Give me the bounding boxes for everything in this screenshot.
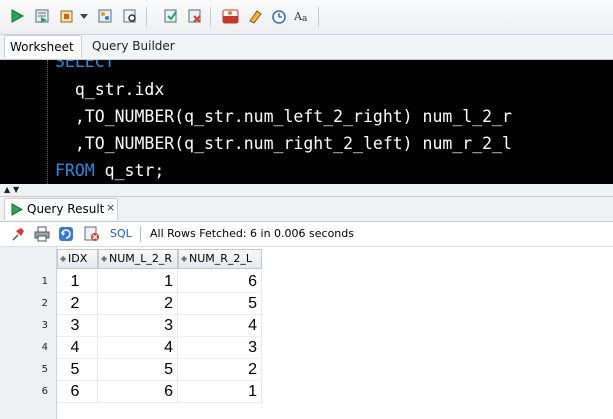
tab-query-result[interactable]: Query Result × bbox=[4, 198, 118, 220]
print-icon[interactable] bbox=[34, 226, 50, 242]
code-text: q_str; bbox=[94, 161, 165, 180]
toolbar-separator bbox=[140, 226, 141, 242]
table-cell[interactable]: 3 bbox=[57, 315, 98, 337]
row-number: 2 bbox=[41, 298, 48, 309]
sql-link[interactable]: SQL bbox=[110, 227, 132, 240]
table-cell[interactable]: 1 bbox=[57, 271, 98, 293]
code-line: q_str.idx bbox=[55, 80, 164, 100]
table-cell[interactable]: 6 bbox=[178, 271, 262, 293]
sql-editor[interactable]: SELECT q_str.idx ,TO_NUMBER(q_str.num_le… bbox=[0, 60, 613, 184]
toolbar-separator bbox=[318, 7, 319, 27]
column-header-label: IDX bbox=[68, 252, 88, 265]
column-header-idx[interactable]: ◆ IDX bbox=[57, 249, 98, 269]
sort-icon[interactable]: ◆ bbox=[101, 250, 109, 268]
result-grid[interactable]: ◆ IDX ◆ NUM_L_2_R ◆ NUM_R_2_L 1 1 1 6 2 2 2… bbox=[0, 247, 613, 419]
dropdown-icon[interactable] bbox=[79, 7, 89, 25]
run-statement-icon[interactable] bbox=[8, 7, 26, 25]
refresh-icon[interactable] bbox=[58, 226, 74, 242]
clear-icon[interactable] bbox=[246, 7, 264, 25]
row-number: 1 bbox=[41, 276, 48, 287]
table-cell[interactable]: 4 bbox=[98, 337, 178, 359]
code-keyword: FROM bbox=[55, 161, 95, 180]
code-text: q_str.idx bbox=[55, 80, 165, 99]
table-cell[interactable]: 1 bbox=[178, 381, 262, 403]
worksheet-tab-bar: Worksheet Query Builder bbox=[0, 35, 613, 60]
tab-worksheet[interactable]: Worksheet bbox=[4, 35, 82, 58]
explain-plan-icon[interactable] bbox=[96, 7, 114, 25]
autotrace-icon[interactable] bbox=[58, 7, 76, 25]
column-header-num-r-2-l[interactable]: ◆ NUM_R_2_L bbox=[178, 249, 262, 269]
history-clock-icon[interactable] bbox=[270, 7, 288, 25]
code-text: ,TO_NUMBER(q_str.num_right_2_left) num_r… bbox=[55, 134, 512, 153]
fetch-status-text: All Rows Fetched: 6 in 0.006 seconds bbox=[150, 227, 354, 240]
table-cell[interactable]: 2 bbox=[98, 293, 178, 315]
table-cell[interactable]: 6 bbox=[57, 381, 98, 403]
table-cell[interactable]: 2 bbox=[178, 359, 262, 381]
row-number: 5 bbox=[41, 364, 48, 375]
row-number: 6 bbox=[41, 386, 48, 397]
table-cell[interactable]: 1 bbox=[98, 271, 178, 293]
tab-query-builder[interactable]: Query Builder bbox=[92, 35, 175, 58]
collapse-up-icon[interactable]: ▲ bbox=[4, 186, 10, 194]
indent-guide bbox=[47, 60, 48, 184]
table-cell[interactable]: 3 bbox=[178, 337, 262, 359]
commit-icon[interactable] bbox=[162, 7, 180, 25]
main-toolbar: Aa bbox=[0, 0, 613, 35]
column-header-label: NUM_R_2_L bbox=[189, 252, 253, 265]
svg-text:a: a bbox=[302, 14, 308, 24]
table-cell[interactable]: 2 bbox=[57, 293, 98, 315]
collapse-down-icon[interactable]: ▼ bbox=[13, 186, 19, 194]
sql-tuning-icon[interactable] bbox=[121, 7, 139, 25]
code-line: ,TO_NUMBER(q_str.num_left_2_right) num_l… bbox=[55, 107, 512, 127]
sort-icon[interactable]: ◆ bbox=[60, 250, 68, 268]
sort-icon[interactable]: ◆ bbox=[181, 250, 189, 268]
toolbar-separator bbox=[146, 7, 147, 27]
table-cell[interactable]: 4 bbox=[178, 315, 262, 337]
code-keyword: SELECT bbox=[55, 60, 115, 71]
code-line: ,TO_NUMBER(q_str.num_right_2_left) num_r… bbox=[55, 134, 512, 154]
sql-history-icon[interactable] bbox=[222, 7, 240, 25]
close-icon[interactable]: × bbox=[106, 201, 115, 214]
code-text: ,TO_NUMBER(q_str.num_left_2_right) num_l… bbox=[55, 107, 512, 126]
to-upper-case-icon[interactable]: Aa bbox=[294, 7, 312, 25]
code-line: SELECT bbox=[55, 60, 115, 72]
row-number: 4 bbox=[41, 342, 48, 353]
query-result-label: Query Result bbox=[27, 202, 105, 216]
result-toolbar: SQL All Rows Fetched: 6 in 0.006 seconds bbox=[0, 222, 613, 247]
rollback-icon[interactable] bbox=[186, 7, 204, 25]
toolbar-separator bbox=[210, 7, 211, 27]
pane-splitter[interactable]: ▲ ▼ bbox=[0, 184, 613, 197]
pin-icon[interactable] bbox=[10, 226, 26, 242]
column-header-num-l-2-r[interactable]: ◆ NUM_L_2_R bbox=[98, 249, 178, 269]
row-number: 3 bbox=[41, 320, 48, 331]
table-cell[interactable]: 3 bbox=[98, 315, 178, 337]
run-script-icon[interactable] bbox=[33, 7, 51, 25]
table-cell[interactable]: 5 bbox=[57, 359, 98, 381]
table-cell[interactable]: 4 bbox=[57, 337, 98, 359]
cancel-fetch-icon[interactable] bbox=[84, 226, 100, 242]
result-tab-bar: Query Result × bbox=[0, 197, 613, 222]
run-result-icon bbox=[11, 203, 23, 216]
code-line: FROM q_str; bbox=[55, 161, 164, 181]
table-cell[interactable]: 5 bbox=[178, 293, 262, 315]
column-header-label: NUM_L_2_R bbox=[109, 252, 173, 265]
table-cell[interactable]: 5 bbox=[98, 359, 178, 381]
table-cell[interactable]: 6 bbox=[98, 381, 178, 403]
